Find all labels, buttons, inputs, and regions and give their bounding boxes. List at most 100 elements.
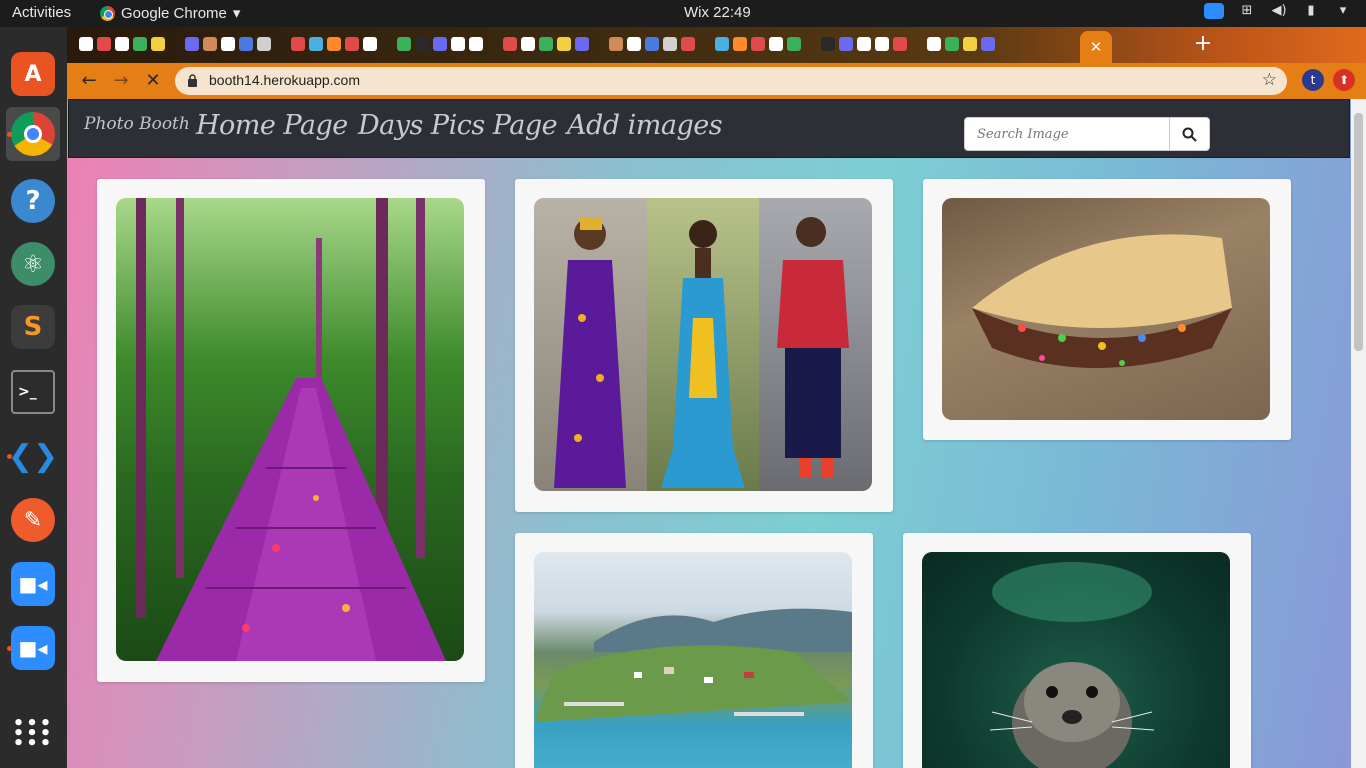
system-top-bar: Activities Google Chrome ▾ Wix 22:49 ⊞ ◀…	[0, 0, 1366, 27]
waffle-taco-photo[interactable]	[942, 198, 1270, 420]
seal-illustration	[989, 562, 1155, 768]
profile-avatar[interactable]: t	[1302, 69, 1324, 91]
fashion-collage-photo[interactable]	[534, 198, 872, 491]
dock-item-help[interactable]: ?	[6, 174, 60, 228]
forest-boardwalk-photo[interactable]	[116, 198, 464, 661]
dock-item-postman[interactable]: ✎	[6, 493, 60, 547]
tab-favicon[interactable]	[309, 37, 323, 51]
tab-favicon[interactable]	[769, 37, 783, 51]
lock-icon	[188, 74, 197, 87]
tab-favicon[interactable]	[79, 37, 93, 51]
tab-favicon[interactable]	[257, 37, 271, 51]
scrollbar-thumb[interactable]	[1354, 113, 1363, 351]
tab-favicon[interactable]	[787, 37, 801, 51]
tab-favicon[interactable]	[363, 37, 377, 51]
search-input[interactable]	[964, 117, 1170, 151]
tab-favicon[interactable]	[839, 37, 853, 51]
stop-button[interactable]: ✕	[141, 69, 165, 93]
tab-favicon[interactable]	[645, 37, 659, 51]
dock-item-ubuntu-software[interactable]: A	[6, 47, 60, 101]
tab-favicon[interactable]	[203, 37, 217, 51]
tab-favicon[interactable]	[503, 37, 517, 51]
tab-favicon[interactable]	[663, 37, 677, 51]
tab-favicon[interactable]	[751, 37, 765, 51]
tab-favicon[interactable]	[945, 37, 959, 51]
forward-button[interactable]: →	[109, 69, 133, 93]
tab-favicon[interactable]	[927, 37, 941, 51]
tab-favicon[interactable]	[433, 37, 447, 51]
close-icon[interactable]: ✕	[1090, 38, 1103, 56]
volume-icon[interactable]: ◀)	[1270, 3, 1288, 19]
seal-underwater-photo[interactable]	[922, 552, 1230, 768]
tab-favicon[interactable]	[97, 37, 111, 51]
harbor-town-photo[interactable]	[534, 552, 852, 768]
tab-favicon[interactable]	[981, 37, 995, 51]
tab-favicon[interactable]	[221, 37, 235, 51]
tab-favicon[interactable]	[821, 37, 835, 51]
address-bar[interactable]: booth14.herokuapp.com ☆	[175, 67, 1287, 95]
running-indicator	[7, 454, 12, 459]
tab-favicon[interactable]	[557, 37, 571, 51]
nav-days-pics-link[interactable]: Days Pics Page	[358, 110, 558, 141]
tab-favicon[interactable]	[715, 37, 729, 51]
vscode-icon: ❮❯	[7, 438, 59, 474]
tab-favicon[interactable]	[627, 37, 641, 51]
tab-favicon[interactable]	[469, 37, 483, 51]
search-button[interactable]	[1170, 117, 1210, 151]
tab-favicon[interactable]	[609, 37, 623, 51]
tab-favicon[interactable]	[133, 37, 147, 51]
zoom-tray-icon[interactable]	[1204, 3, 1224, 19]
battery-icon[interactable]: ▮	[1302, 3, 1320, 19]
brand-logo[interactable]: Photo Booth	[84, 114, 190, 134]
tab-favicon[interactable]	[575, 37, 589, 51]
tab-favicon[interactable]	[733, 37, 747, 51]
url-text: booth14.herokuapp.com	[209, 72, 360, 88]
network-icon[interactable]: ⊞	[1238, 3, 1256, 19]
image-card	[923, 179, 1291, 440]
app-menu[interactable]: Google Chrome ▾	[100, 4, 240, 22]
bookmark-star-icon[interactable]: ☆	[1262, 70, 1277, 90]
tab-favicon[interactable]	[185, 37, 199, 51]
chrome-icon	[11, 112, 55, 156]
tab-favicon[interactable]	[397, 37, 411, 51]
tab-favicon[interactable]	[681, 37, 695, 51]
system-tray[interactable]: ⊞ ◀) ▮ ▾	[1204, 3, 1352, 19]
dock-item-chrome[interactable]	[6, 107, 60, 161]
tab-favicon[interactable]	[239, 37, 253, 51]
dock-item-vscode[interactable]: ❮❯	[6, 429, 60, 483]
dock-item-atom[interactable]: ⚛	[6, 237, 60, 291]
chevron-down-icon: ▾	[232, 5, 241, 22]
back-button[interactable]: ←	[77, 69, 101, 93]
chevron-down-icon[interactable]: ▾	[1334, 3, 1352, 19]
show-apps-button[interactable]: ••• ••• •••	[6, 707, 60, 761]
tab-favicon[interactable]	[115, 37, 129, 51]
tab-favicon[interactable]	[875, 37, 889, 51]
dock-item-terminal[interactable]: >_	[6, 365, 60, 419]
extension-icon[interactable]: ⬆	[1333, 69, 1355, 91]
tab-favicon[interactable]	[327, 37, 341, 51]
tab-favicon[interactable]	[539, 37, 553, 51]
new-tab-button[interactable]: +	[1191, 33, 1215, 57]
browser-toolbar: ← → ✕ booth14.herokuapp.com ☆ t ⬆	[67, 63, 1366, 99]
activities-button[interactable]: Activities	[12, 4, 71, 21]
tab-favicon[interactable]	[415, 37, 429, 51]
nav-home-link[interactable]: Home Page	[196, 110, 348, 141]
tab-favicon[interactable]	[345, 37, 359, 51]
clock[interactable]: Wix 22:49	[684, 4, 751, 21]
tab-favicon[interactable]	[963, 37, 977, 51]
harbor-illustration	[534, 608, 852, 722]
nav-add-images-link[interactable]: Add images	[567, 110, 723, 141]
app-menu-label: Google Chrome	[121, 4, 227, 22]
dock-item-zoom[interactable]: ■◂	[6, 557, 60, 611]
tab-favicon[interactable]	[893, 37, 907, 51]
atom-icon: ⚛	[11, 242, 55, 286]
tab-favicon[interactable]	[291, 37, 305, 51]
tab-favicon[interactable]	[521, 37, 535, 51]
tab-favicon[interactable]	[151, 37, 165, 51]
page-scrollbar[interactable]	[1351, 99, 1366, 768]
tab-favicon[interactable]	[451, 37, 465, 51]
dock-item-zoom-2[interactable]: ■◂	[6, 621, 60, 675]
active-tab[interactable]: ✕	[1080, 31, 1112, 63]
tab-favicon[interactable]	[857, 37, 871, 51]
dock-item-sublime[interactable]: S	[6, 300, 60, 354]
